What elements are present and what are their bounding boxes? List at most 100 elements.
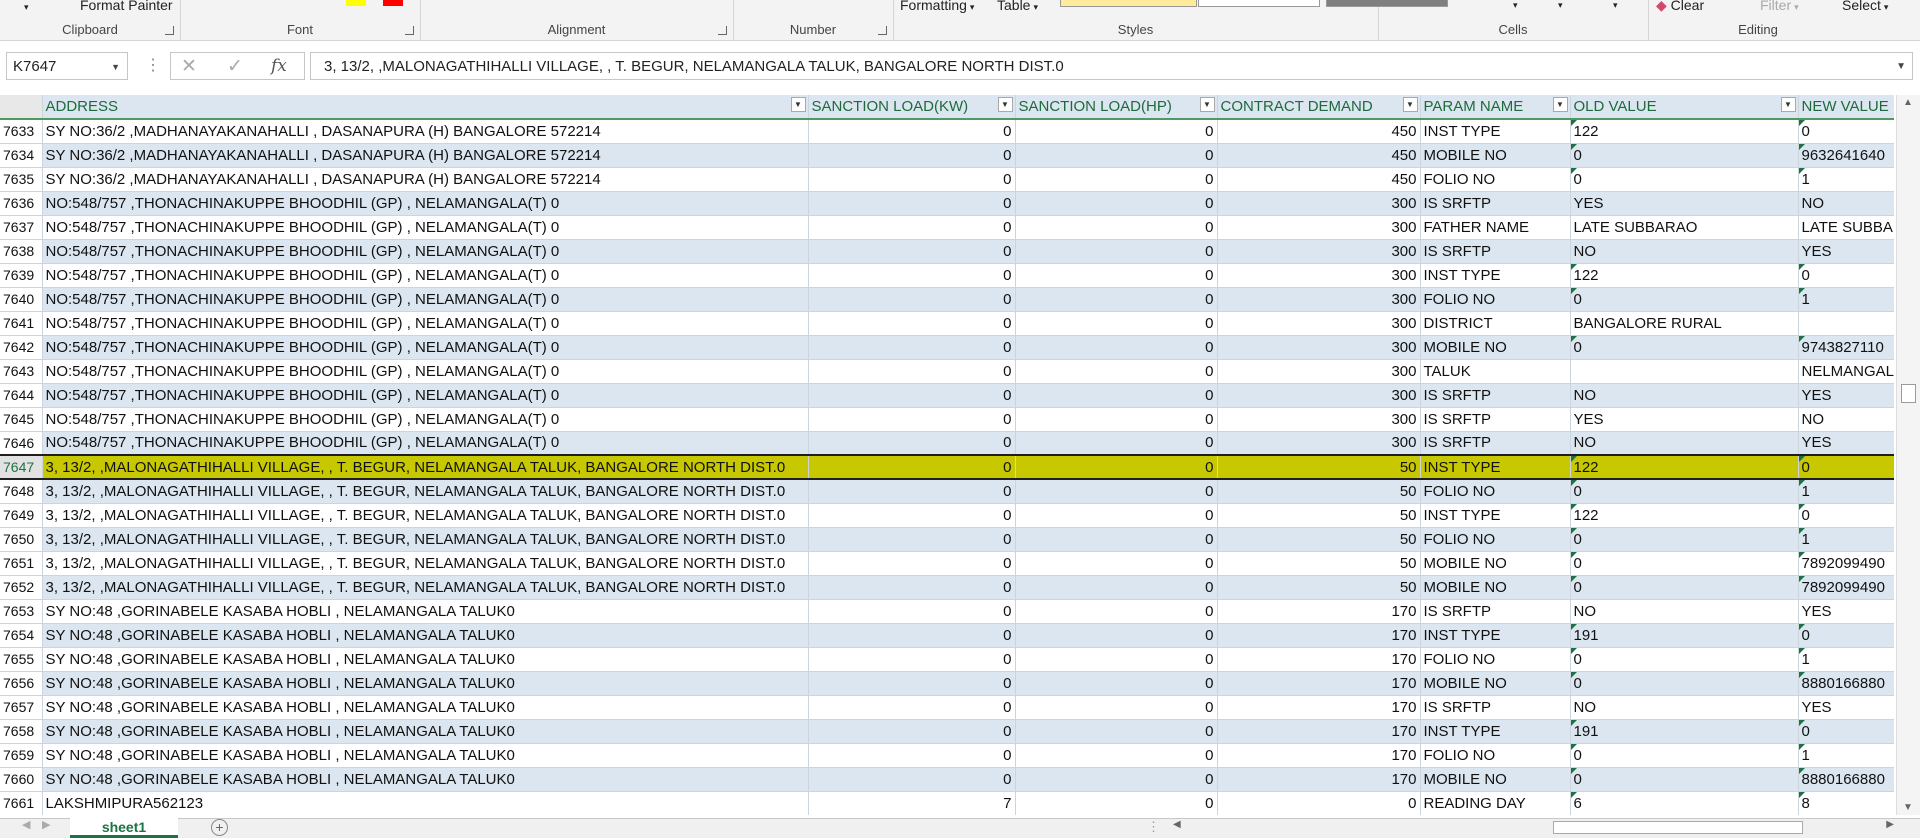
dialog-launcher-icon[interactable] [405,26,414,35]
cell-sanction-load-hp[interactable]: 0 [1015,671,1218,696]
cell-sanction-load-hp[interactable]: 0 [1015,311,1218,336]
row-header[interactable]: 7639 [0,263,43,288]
cell-param-name[interactable]: DISTRICT [1420,311,1571,336]
cell-param-name[interactable]: FOLIO NO [1420,287,1571,312]
format-dropdown-icon[interactable]: ▾ [1613,0,1618,11]
cell-sanction-load-hp[interactable]: 0 [1015,287,1218,312]
row-header[interactable]: 7651 [0,551,43,576]
cell-param-name[interactable]: INST TYPE [1420,503,1571,528]
row-header[interactable]: 7646 [0,431,43,456]
cell-new-value[interactable]: 9743827110 [1798,335,1894,360]
cell-param-name[interactable]: FOLIO NO [1420,527,1571,552]
cell-param-name[interactable]: INST TYPE [1420,263,1571,288]
chevron-down-icon[interactable]: ▼ [111,53,120,81]
find-select-button[interactable]: Select ▾ [1842,0,1888,13]
cell-old-value[interactable]: NO [1570,383,1799,408]
clear-button[interactable]: ◆ Clear [1656,0,1704,14]
cell-sanction-load-hp[interactable]: 0 [1015,383,1218,408]
cell-old-value[interactable]: 0 [1570,671,1799,696]
row-header[interactable]: 7661 [0,791,43,815]
cell-param-name[interactable]: MOBILE NO [1420,575,1571,600]
cell-new-value[interactable]: YES [1798,383,1894,408]
row-header[interactable]: 7653 [0,599,43,624]
cell-contract-demand[interactable]: 450 [1217,119,1421,144]
insert-function-icon[interactable]: fx [271,56,287,76]
cell-contract-demand[interactable]: 170 [1217,719,1421,744]
sheet-tab-sheet1[interactable]: sheet1 [70,818,178,838]
cell-sanction-load-kw[interactable]: 0 [808,119,1016,144]
cell-new-value[interactable]: 8 [1798,791,1894,815]
cell-contract-demand[interactable]: 50 [1217,527,1421,552]
cell-sanction-load-hp[interactable]: 0 [1015,575,1218,600]
cell-sanction-load-hp[interactable]: 0 [1015,791,1218,815]
row-header[interactable]: 7634 [0,143,43,168]
cell-old-value[interactable]: 0 [1570,743,1799,768]
cell-address[interactable]: NO:548/757 ,THONACHINAKUPPE BHOODHIL (GP… [42,359,809,384]
cell-old-value[interactable] [1570,359,1799,384]
filter-dropdown-icon[interactable]: ▼ [1199,97,1215,112]
cell-contract-demand[interactable]: 170 [1217,623,1421,648]
cell-old-value[interactable]: 0 [1570,527,1799,552]
cell-sanction-load-kw[interactable]: 0 [808,311,1016,336]
cell-param-name[interactable]: FOLIO NO [1420,647,1571,672]
cell-old-value[interactable]: 122 [1570,263,1799,288]
cell-address[interactable]: SY NO:48 ,GORINABELE KASABA HOBLI , NELA… [42,743,809,768]
row-header[interactable]: 7635 [0,167,43,192]
cell-sanction-load-kw[interactable]: 7 [808,791,1016,815]
cell-param-name[interactable]: READING DAY [1420,791,1571,815]
cell-new-value[interactable]: NO [1798,191,1894,216]
row-header[interactable]: 7645 [0,407,43,432]
column-header-contract-demand[interactable]: CONTRACT DEMAND ▼ [1217,95,1421,120]
column-header-new-value[interactable]: NEW VALUE [1798,95,1894,120]
cell-param-name[interactable]: IS SRFTP [1420,239,1571,264]
vertical-scrollbar[interactable]: ▲ ▼ [1896,95,1920,815]
cell-contract-demand[interactable]: 170 [1217,671,1421,696]
cell-old-value[interactable]: NO [1570,599,1799,624]
format-as-table-button[interactable]: Table ▾ [997,0,1038,13]
cell-new-value[interactable]: 8880166880 [1798,767,1894,792]
cell-address[interactable]: 3, 13/2, ,MALONAGATHIHALLI VILLAGE, , T.… [42,575,809,600]
filter-dropdown-icon[interactable]: ▼ [997,97,1013,112]
cell-param-name[interactable]: IS SRFTP [1420,695,1571,720]
dialog-launcher-icon[interactable] [878,26,887,35]
cell-old-value[interactable]: 0 [1570,647,1799,672]
cell-new-value[interactable]: 0 [1798,719,1894,744]
row-header[interactable]: 7655 [0,647,43,672]
cell-param-name[interactable]: INST TYPE [1420,454,1571,480]
cell-sanction-load-kw[interactable]: 0 [808,743,1016,768]
cell-old-value[interactable]: 191 [1570,719,1799,744]
cell-address[interactable]: SY NO:48 ,GORINABELE KASABA HOBLI , NELA… [42,719,809,744]
cell-new-value[interactable] [1798,311,1894,336]
cell-param-name[interactable]: IS SRFTP [1420,191,1571,216]
cell-contract-demand[interactable]: 50 [1217,479,1421,504]
scroll-right-icon[interactable]: ▶ [1886,819,1894,830]
row-header[interactable]: 7650 [0,527,43,552]
cell-param-name[interactable]: FOLIO NO [1420,479,1571,504]
cell-old-value[interactable]: 0 [1570,575,1799,600]
cell-sanction-load-hp[interactable]: 0 [1015,335,1218,360]
row-header[interactable]: 7636 [0,191,43,216]
cell-sanction-load-kw[interactable]: 0 [808,599,1016,624]
horizontal-scrollbar[interactable]: ◀ ▶ [1163,819,1898,835]
cell-sanction-load-kw[interactable]: 0 [808,623,1016,648]
cell-param-name[interactable]: FOLIO NO [1420,167,1571,192]
cell-address[interactable]: NO:548/757 ,THONACHINAKUPPE BHOODHIL (GP… [42,407,809,432]
cell-sanction-load-hp[interactable]: 0 [1015,167,1218,192]
cell-contract-demand[interactable]: 50 [1217,551,1421,576]
cell-sanction-load-hp[interactable]: 0 [1015,263,1218,288]
cell-sanction-load-kw[interactable]: 0 [808,239,1016,264]
cell-old-value[interactable]: NO [1570,695,1799,720]
format-painter-button[interactable]: Format Painter [80,0,173,13]
filter-dropdown-icon[interactable]: ▼ [1552,97,1568,112]
conditional-formatting-button[interactable]: Formatting ▾ [900,0,974,13]
cell-sanction-load-kw[interactable]: 0 [808,383,1016,408]
cell-sanction-load-hp[interactable]: 0 [1015,623,1218,648]
cell-sanction-load-kw[interactable]: 0 [808,527,1016,552]
column-header-sanction-load-kw[interactable]: SANCTION LOAD(KW) ▼ [808,95,1016,120]
cell-sanction-load-kw[interactable]: 0 [808,335,1016,360]
cancel-icon[interactable]: ✕ [181,55,197,78]
cell-old-value[interactable]: 0 [1570,335,1799,360]
cell-new-value[interactable]: NELMANGAL [1798,359,1894,384]
cell-sanction-load-kw[interactable]: 0 [808,215,1016,240]
cell-sanction-load-hp[interactable]: 0 [1015,454,1218,480]
